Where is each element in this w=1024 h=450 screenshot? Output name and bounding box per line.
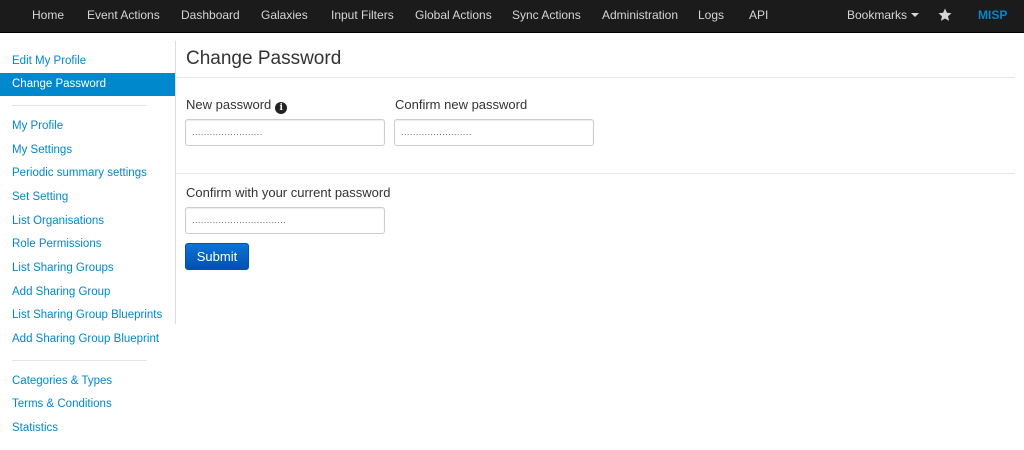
info-icon[interactable]: i bbox=[275, 102, 288, 114]
top-navbar: Home Event Actions Dashboard Galaxies In… bbox=[0, 0, 1024, 33]
sidebar-item-statistics[interactable]: Statistics bbox=[0, 417, 175, 440]
new-password-label: New password i bbox=[186, 97, 288, 114]
caret-down-icon bbox=[911, 12, 920, 17]
nav-administration[interactable]: Administration bbox=[602, 0, 678, 33]
sidebar-item-role-permissions[interactable]: Role Permissions bbox=[0, 233, 175, 256]
star-icon[interactable] bbox=[937, 7, 953, 23]
section-divider bbox=[176, 173, 1015, 174]
confirm-new-password-input[interactable] bbox=[394, 119, 594, 146]
sidebar-item-list-organisations[interactable]: List Organisations bbox=[0, 210, 175, 233]
nav-dashboard[interactable]: Dashboard bbox=[181, 0, 240, 33]
sidebar-divider bbox=[12, 105, 147, 106]
sidebar-item-categories-types[interactable]: Categories & Types bbox=[0, 370, 175, 393]
sidebar-divider bbox=[12, 360, 147, 361]
nav-logs[interactable]: Logs bbox=[698, 0, 724, 33]
new-password-label-text: New password bbox=[186, 97, 272, 112]
sidebar-item-terms-conditions[interactable]: Terms & Conditions bbox=[0, 393, 175, 416]
sidebar-item-add-sharing-group-blueprint[interactable]: Add Sharing Group Blueprint bbox=[0, 328, 175, 351]
nav-global-actions[interactable]: Global Actions bbox=[415, 0, 492, 33]
current-password-label: Confirm with your current password bbox=[186, 185, 391, 200]
sidebar-item-edit-my-profile[interactable]: Edit My Profile bbox=[0, 50, 175, 73]
nav-event-actions[interactable]: Event Actions bbox=[87, 0, 160, 33]
nav-home[interactable]: Home bbox=[32, 0, 64, 33]
title-divider bbox=[176, 77, 1015, 78]
sidebar-item-list-sharing-group-blueprints[interactable]: List Sharing Group Blueprints bbox=[0, 304, 175, 327]
sidebar-item-periodic-summary-settings[interactable]: Periodic summary settings bbox=[0, 162, 175, 185]
confirm-new-password-label: Confirm new password bbox=[395, 97, 528, 112]
new-password-input[interactable] bbox=[185, 119, 385, 146]
sidebar-item-list-sharing-groups[interactable]: List Sharing Groups bbox=[0, 257, 175, 280]
nav-bookmarks[interactable]: Bookmarks bbox=[847, 0, 920, 33]
sidebar-item-change-password[interactable]: Change Password bbox=[0, 73, 175, 96]
nav-api[interactable]: API bbox=[749, 0, 768, 33]
sidebar-item-add-sharing-group[interactable]: Add Sharing Group bbox=[0, 281, 175, 304]
sidebar-item-my-settings[interactable]: My Settings bbox=[0, 139, 175, 162]
submit-button[interactable]: Submit bbox=[185, 243, 249, 270]
current-password-input[interactable] bbox=[185, 207, 385, 234]
sidebar-border bbox=[175, 41, 176, 324]
nav-input-filters[interactable]: Input Filters bbox=[331, 0, 394, 33]
nav-galaxies[interactable]: Galaxies bbox=[261, 0, 308, 33]
sidebar-item-set-setting[interactable]: Set Setting bbox=[0, 186, 175, 209]
nav-sync-actions[interactable]: Sync Actions bbox=[512, 0, 581, 33]
brand-misp[interactable]: MISP bbox=[978, 0, 1007, 33]
page-title: Change Password bbox=[186, 48, 342, 69]
sidebar-item-my-profile[interactable]: My Profile bbox=[0, 115, 175, 138]
nav-bookmarks-label: Bookmarks bbox=[847, 8, 908, 22]
